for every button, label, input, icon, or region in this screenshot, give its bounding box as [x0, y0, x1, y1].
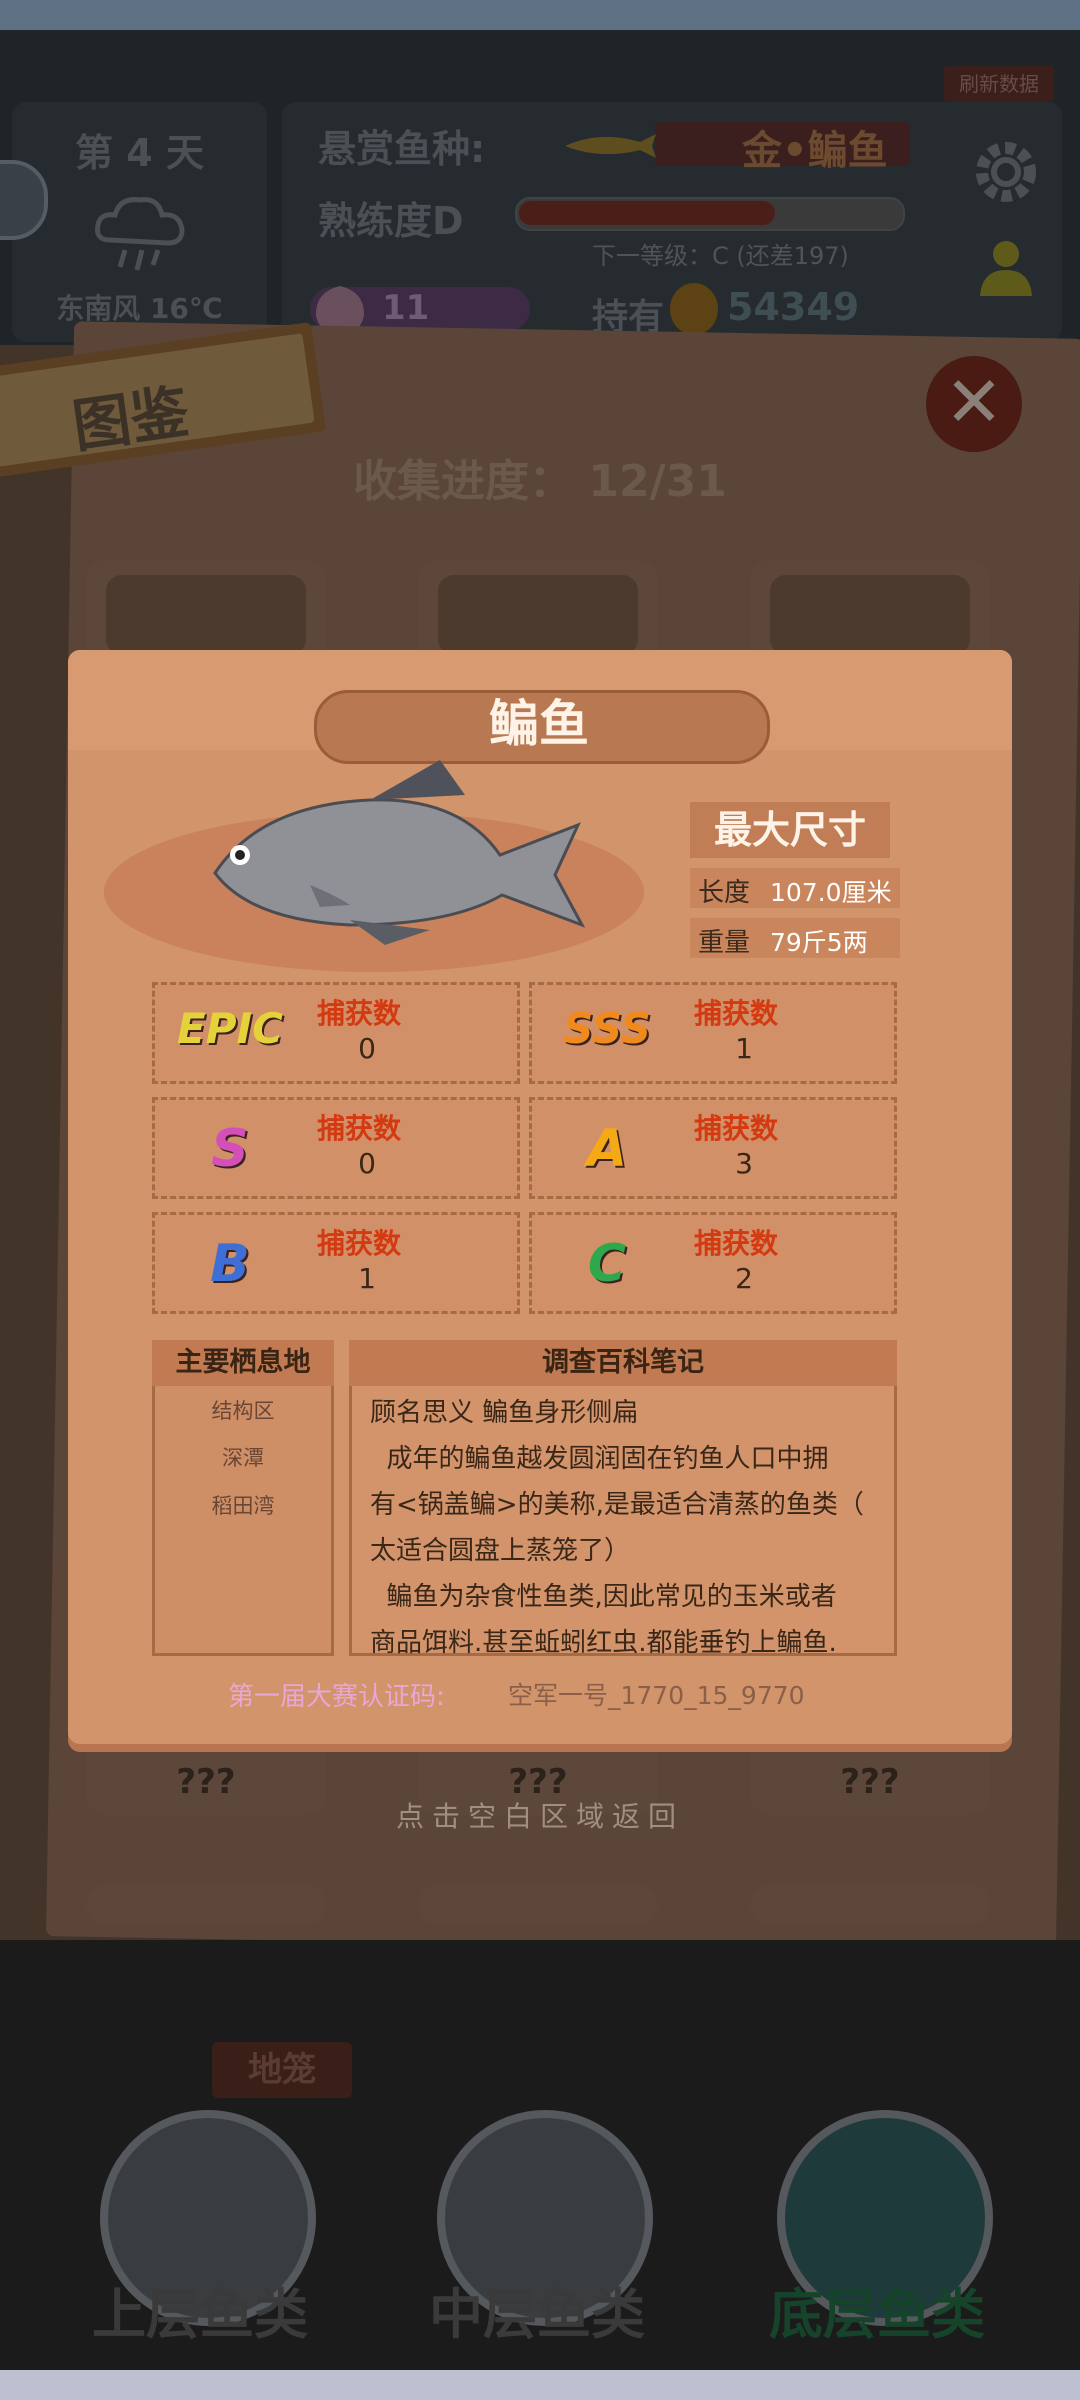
next-level-text: 下一等级：C (还差197): [592, 242, 849, 270]
catch-count-value: 0: [358, 1032, 376, 1065]
catch-count-value: 3: [735, 1147, 753, 1180]
mastery-level: 熟练度D: [318, 199, 464, 243]
close-button[interactable]: ✕: [926, 356, 1022, 452]
catch-count-label: 捕获数: [317, 1227, 402, 1260]
habitat-title: 主要栖息地: [152, 1340, 334, 1386]
bounty-fish-icon: [565, 134, 656, 158]
note-line: 鳊鱼为杂食性鱼类,因此常见的玉米或者: [370, 1582, 837, 1612]
catch-count-value: 1: [358, 1262, 376, 1295]
grade-badge-icon: A: [586, 1119, 628, 1179]
certification-label: 第一届大赛认证码:: [228, 1682, 445, 1712]
habitat-item: 稻田湾: [211, 1494, 275, 1518]
length-value: 107.0厘米: [770, 878, 892, 907]
fish-slot-image: [770, 575, 970, 655]
note-line: 顾名思义 鳊鱼身形侧扁: [370, 1398, 639, 1428]
coin-icon: [670, 283, 718, 335]
note-line: 商品饵料.甚至蚯蚓红虫.都能垂钓上鳊鱼.: [370, 1628, 837, 1658]
catch-count-label: 捕获数: [694, 1227, 779, 1260]
weight-label: 重量: [698, 928, 751, 958]
catch-count-label: 捕获数: [694, 997, 779, 1030]
grade-badge-icon: C: [587, 1234, 627, 1294]
bounty-fish-name: 金•鳊鱼: [742, 128, 888, 174]
grade-badge-icon: B: [210, 1234, 250, 1294]
coin-count: 54349: [727, 285, 860, 329]
grade-badge-icon: EPIC: [177, 1004, 283, 1053]
weight-value: 79斤5两: [770, 928, 868, 957]
collection-progress: 收集进度： 12/31: [353, 456, 727, 507]
note-line: 有<锅盖鳊>的美称,是最适合清蒸的鱼类（: [370, 1490, 864, 1520]
weather-text: 东南风 16℃: [56, 292, 223, 325]
fish-name: 鳊鱼: [489, 695, 589, 753]
navigation-bar: [0, 2370, 1080, 2400]
catch-count-label: 捕获数: [317, 1112, 402, 1145]
rain-cloud-icon: [95, 197, 185, 271]
length-label: 长度: [698, 878, 751, 908]
certification-code: 空军一号_1770_15_9770: [508, 1681, 805, 1710]
catch-count-value: 1: [735, 1032, 753, 1065]
catch-count-label: 捕获数: [317, 997, 402, 1030]
habitat-item: 深潭: [222, 1446, 264, 1470]
tab-middle-fish[interactable]: 中层鱼类: [387, 2270, 687, 2349]
back-hint[interactable]: 点击空白区域返回: [0, 1795, 1080, 1835]
catch-count-value: 0: [358, 1147, 376, 1180]
notes-text: 顾名思义 鳊鱼身形侧扁 成年的鳊鱼越发圆润固在钓鱼人口中拥 有<锅盖鳊>的美称,…: [370, 1390, 880, 1666]
fish-slot-image: [438, 575, 638, 655]
fish-slot[interactable]: [86, 1885, 326, 1925]
note-line: 成年的鳊鱼越发圆润固在钓鱼人口中拥: [370, 1444, 829, 1474]
catch-count-label: 捕获数: [694, 1112, 779, 1145]
refresh-button[interactable]: 刷新数据: [944, 66, 1054, 102]
mastery-progress-fill: [519, 201, 775, 225]
fish-slot-image: [106, 575, 306, 655]
gear-icon[interactable]: [966, 132, 1046, 212]
tab-upper-fish[interactable]: 上层鱼类: [50, 2270, 350, 2349]
fish-slot[interactable]: [418, 1885, 658, 1925]
bounty-label: 悬赏鱼种:: [318, 127, 486, 171]
habitat-item: 结构区: [211, 1399, 275, 1423]
gem-count: 11: [382, 288, 430, 328]
fish-slot[interactable]: [750, 1885, 990, 1925]
status-bar: [0, 0, 1080, 30]
notes-title: 调查百科笔记: [349, 1340, 897, 1386]
max-size-title: 最大尺寸: [713, 808, 866, 852]
note-line: 太适合圆盘上蒸笼了）: [370, 1536, 631, 1566]
day-counter: 第 4 天: [75, 131, 204, 175]
catch-count-value: 2: [735, 1262, 753, 1295]
friends-icon[interactable]: [972, 234, 1036, 298]
tab-bottom-fish[interactable]: 底层鱼类: [727, 2270, 1027, 2349]
bream-fish-image: [213, 760, 586, 945]
grade-badge-icon: S: [211, 1119, 249, 1179]
grade-badge-icon: SSS: [563, 1004, 651, 1053]
cage-button[interactable]: 地笼: [212, 2042, 352, 2098]
